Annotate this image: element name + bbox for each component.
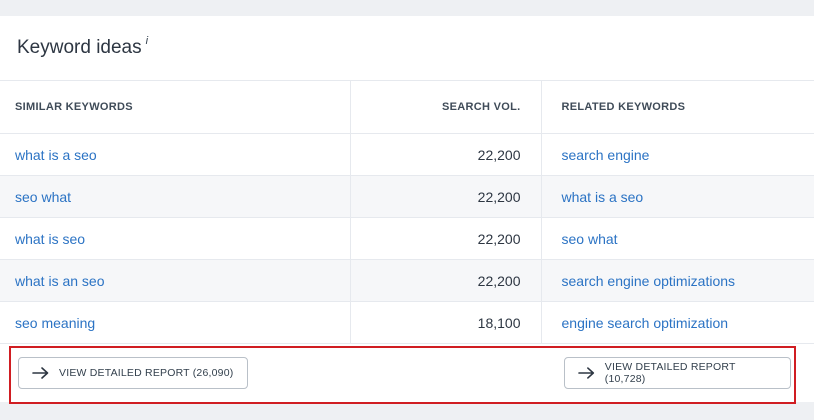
related-keyword-cell: engine search optimization [541, 301, 814, 344]
report-buttons-highlight: VIEW DETAILED REPORT (26,090) VIEW DETAI… [9, 346, 796, 404]
related-keyword-cell: search engine optimizations [541, 259, 814, 302]
table-row: seo what 22,200 what is a seo [0, 175, 814, 218]
keyword-table: SIMILAR KEYWORDS SEARCH VOL. RELATED KEY… [0, 81, 814, 344]
arrow-right-icon [578, 367, 595, 379]
table-header-row: SIMILAR KEYWORDS SEARCH VOL. RELATED KEY… [0, 81, 814, 134]
table-row: what is a seo 22,200 search engine [0, 133, 814, 176]
panel-title: Keyword ideas [17, 37, 142, 58]
search-volume-cell: 22,200 [349, 133, 542, 176]
related-keyword-link[interactable]: search engine optimizations [562, 273, 736, 289]
related-keyword-cell: search engine [541, 133, 814, 176]
similar-keyword-link[interactable]: seo meaning [15, 315, 95, 331]
search-volume-cell: 22,200 [349, 217, 542, 260]
info-icon[interactable]: i [146, 35, 148, 47]
related-keyword-cell: seo what [541, 217, 814, 260]
similar-keyword-cell: what is seo [0, 217, 350, 260]
similar-keyword-cell: what is an seo [0, 259, 350, 302]
similar-keyword-link[interactable]: what is seo [15, 231, 85, 247]
related-keyword-link[interactable]: seo what [562, 231, 618, 247]
related-keyword-link[interactable]: search engine [562, 147, 650, 163]
column-header-related-keywords: RELATED KEYWORDS [541, 81, 814, 134]
similar-keyword-cell: what is a seo [0, 133, 350, 176]
similar-keyword-cell: seo meaning [0, 301, 350, 344]
similar-keyword-link[interactable]: what is an seo [15, 273, 105, 289]
similar-keyword-link[interactable]: seo what [15, 189, 71, 205]
related-keyword-link[interactable]: engine search optimization [562, 315, 729, 331]
search-volume-cell: 22,200 [349, 175, 542, 218]
table-row: what is an seo 22,200 search engine opti… [0, 259, 814, 302]
related-keyword-cell: what is a seo [541, 175, 814, 218]
arrow-right-icon [32, 367, 49, 379]
table-row: what is seo 22,200 seo what [0, 217, 814, 260]
view-related-report-button[interactable]: VIEW DETAILED REPORT (10,728) [564, 357, 791, 389]
column-header-search-volume: SEARCH VOL. [349, 81, 542, 134]
column-header-similar-keywords: SIMILAR KEYWORDS [0, 81, 350, 134]
search-volume-cell: 22,200 [349, 259, 542, 302]
related-keyword-link[interactable]: what is a seo [562, 189, 644, 205]
panel-header: Keyword ideas i [0, 16, 814, 81]
view-similar-report-button[interactable]: VIEW DETAILED REPORT (26,090) [18, 357, 248, 389]
similar-keyword-cell: seo what [0, 175, 350, 218]
view-related-report-label: VIEW DETAILED REPORT (10,728) [604, 361, 736, 385]
similar-keyword-link[interactable]: what is a seo [15, 147, 97, 163]
search-volume-cell: 18,100 [349, 301, 542, 344]
keyword-ideas-panel: Keyword ideas i SIMILAR KEYWORDS SEARCH … [0, 16, 814, 404]
view-similar-report-label: VIEW DETAILED REPORT (26,090) [59, 367, 234, 379]
table-row: seo meaning 18,100 engine search optimiz… [0, 301, 814, 344]
